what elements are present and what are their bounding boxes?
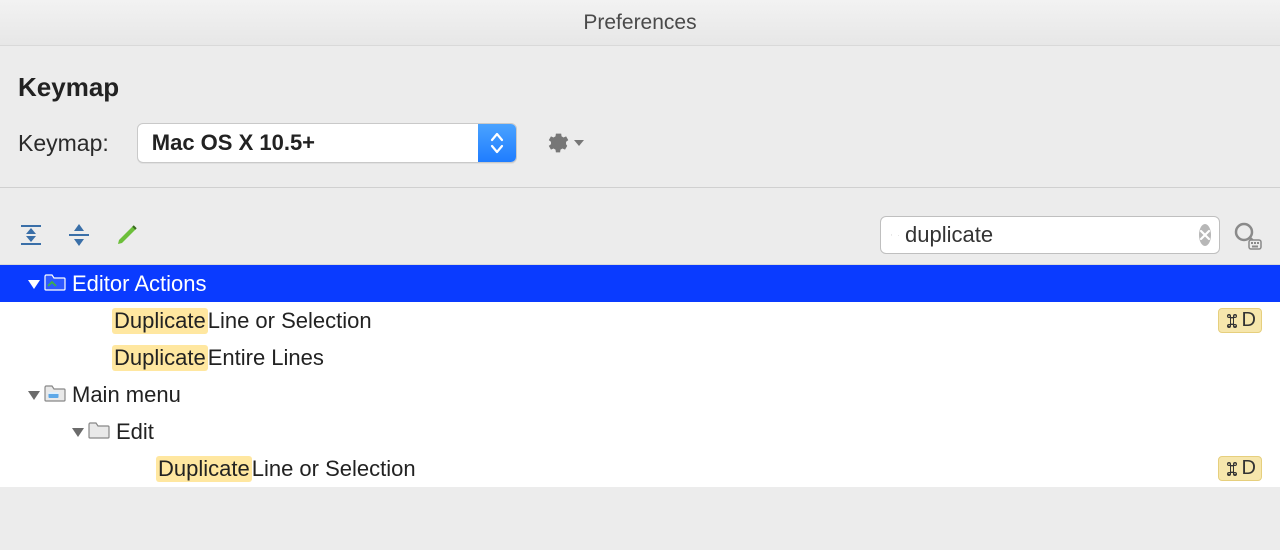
shortcut-badge: D [1218,456,1262,481]
keymap-actions-button[interactable] [545,130,585,156]
disclosure-triangle-icon[interactable] [24,278,44,290]
pencil-icon [114,222,140,248]
keymap-row: Keymap: Mac OS X 10.5+ [18,123,1262,163]
search-options-icon[interactable] [898,232,899,239]
expand-all-button[interactable] [18,222,44,248]
shortcut-badge: D [1218,308,1262,333]
keymap-select[interactable]: Mac OS X 10.5+ [137,123,517,163]
action-tree[interactable]: Editor Actions Duplicate Line or Selectio… [0,264,1280,487]
tree-action-label: Duplicate Line or Selection [112,308,372,334]
close-icon [1199,229,1211,241]
tree-action-row[interactable]: Duplicate Line or Selection D [0,450,1280,487]
tree-group-row[interactable]: Edit [0,413,1280,450]
tree-group-row[interactable]: Main menu [0,376,1280,413]
window-titlebar: Preferences [0,0,1280,46]
folder-icon [44,382,66,408]
chevron-down-icon [573,139,585,147]
expand-all-icon [18,222,44,248]
panel-body: Keymap Keymap: Mac OS X 10.5+ [0,46,1280,163]
find-by-shortcut-button[interactable] [1232,220,1262,250]
page-title: Keymap [18,72,1262,103]
search-input[interactable] [905,222,1193,248]
keymap-toolbar [0,188,1280,264]
tree-action-label: Duplicate Line or Selection [156,456,416,482]
folder-icon [88,419,110,445]
tree-action-row[interactable]: Duplicate Entire Lines [0,339,1280,376]
edit-shortcut-button[interactable] [114,222,140,248]
folder-icon [44,271,66,297]
disclosure-triangle-icon[interactable] [68,426,88,438]
gear-icon [545,130,571,156]
collapse-all-button[interactable] [66,222,92,248]
tree-group-label: Edit [116,419,154,445]
clear-search-button[interactable] [1199,224,1211,246]
search-input-container[interactable] [880,216,1220,254]
tree-action-label: Duplicate Entire Lines [112,345,324,371]
keymap-label: Keymap: [18,130,109,157]
tree-group-row[interactable]: Editor Actions [0,265,1280,302]
search-icon [891,225,892,245]
collapse-all-icon [66,222,92,248]
tree-group-label: Main menu [72,382,181,408]
select-stepper-icon [478,124,516,162]
keymap-selected-value: Mac OS X 10.5+ [152,130,315,156]
disclosure-triangle-icon[interactable] [24,389,44,401]
tree-group-label: Editor Actions [72,271,207,297]
tree-action-row[interactable]: Duplicate Line or Selection D [0,302,1280,339]
window-title: Preferences [583,11,696,35]
find-shortcut-icon [1232,220,1262,250]
